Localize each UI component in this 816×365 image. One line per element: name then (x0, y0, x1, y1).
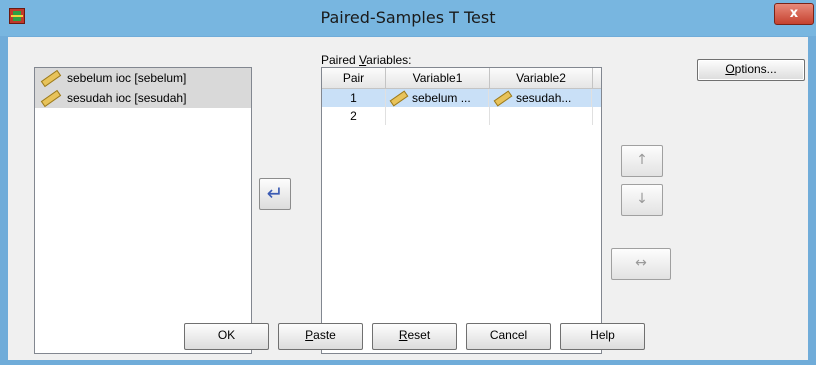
dialog-title: Paired-Samples T Test (320, 8, 496, 27)
swap-arrows-icon: ↔ (635, 255, 647, 271)
column-header-variable1[interactable]: Variable1 (386, 68, 490, 88)
title-bar[interactable]: Paired-Samples T Test x (0, 0, 816, 36)
dialog-body: sebelum ioc [sebelum] sesudah ioc [sesud… (8, 37, 808, 360)
options-button[interactable]: Options... (697, 59, 805, 81)
cancel-button[interactable]: Cancel (466, 323, 551, 350)
table-header: Pair Variable1 Variable2 (322, 68, 601, 89)
paste-button[interactable]: Paste (278, 323, 363, 350)
scale-ruler-icon (493, 90, 513, 107)
move-arrow-icon: ↵ (266, 181, 284, 205)
move-down-button[interactable]: ↓ (621, 184, 663, 216)
scale-ruler-icon (40, 70, 62, 88)
variable2-cell[interactable] (490, 107, 593, 125)
paired-variables-label: Paired Variables: (321, 53, 412, 67)
swap-variables-button[interactable]: ↔ (611, 248, 671, 280)
dialog-window: Paired-Samples T Test x sebelum ioc [seb… (0, 0, 816, 365)
pair-number: 1 (322, 89, 386, 107)
variable1-cell[interactable] (386, 107, 490, 125)
close-button[interactable]: x (774, 3, 814, 25)
move-up-button[interactable]: ↑ (621, 145, 663, 177)
pair-number: 2 (322, 107, 386, 125)
help-button[interactable]: Help (560, 323, 645, 350)
arrow-up-icon: ↑ (636, 152, 648, 168)
column-header-variable2[interactable]: Variable2 (490, 68, 593, 88)
scale-ruler-icon (389, 90, 409, 107)
scale-ruler-icon (40, 90, 62, 108)
paired-variables-table[interactable]: Pair Variable1 Variable2 1 sebelum ... s… (321, 67, 602, 354)
variable2-cell[interactable]: sesudah... (490, 89, 592, 107)
table-row[interactable]: 1 sebelum ... sesudah... (322, 89, 601, 107)
column-header-pair[interactable]: Pair (322, 68, 386, 88)
variable1-cell[interactable]: sebelum ... (386, 89, 489, 107)
move-variable-button[interactable]: ↵ (259, 178, 291, 210)
ok-button[interactable]: OK (184, 323, 269, 350)
list-item-sebelum[interactable]: sebelum ioc [sebelum] (35, 68, 251, 88)
table-row[interactable]: 2 (322, 107, 601, 125)
list-item-label: sesudah ioc [sesudah] (67, 91, 187, 105)
arrow-down-icon: ↓ (636, 191, 648, 207)
list-item-label: sebelum ioc [sebelum] (67, 71, 187, 85)
source-variable-list[interactable]: sebelum ioc [sebelum] sesudah ioc [sesud… (34, 67, 252, 354)
list-item-sesudah[interactable]: sesudah ioc [sesudah] (35, 88, 251, 108)
reset-button[interactable]: Reset (372, 323, 457, 350)
